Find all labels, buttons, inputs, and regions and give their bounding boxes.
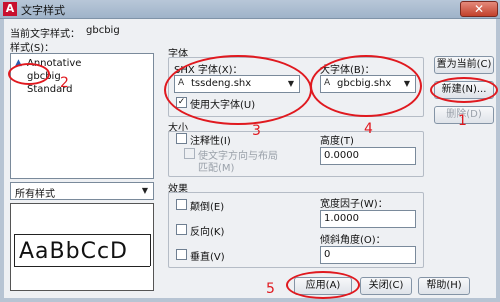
app-icon: A: [3, 2, 17, 16]
close-window-button[interactable]: ✕: [460, 1, 498, 17]
style-item-standard[interactable]: Standard: [15, 84, 135, 97]
height-input[interactable]: 0.0000: [320, 147, 416, 165]
oblique-angle-label: 倾斜角度(O)：: [320, 235, 386, 246]
annotation-number-5: 5: [266, 281, 275, 297]
window-title: 文字样式: [21, 4, 65, 17]
chevron-down-icon: ▼: [141, 186, 149, 195]
set-current-button[interactable]: 置为当前(C): [434, 56, 494, 74]
vertical-checkbox[interactable]: [176, 249, 187, 260]
text-style-dialog: 当前文字样式： gbcbig 样式(S)： ▲ Annotative gbcbi…: [0, 19, 500, 302]
width-factor-input[interactable]: 1.0000: [320, 210, 416, 228]
width-factor-label: 宽度因子(W)：: [320, 199, 388, 210]
vertical-label: 垂直(V): [190, 252, 225, 263]
preview-left-line: [14, 234, 15, 266]
upside-down-checkbox[interactable]: [176, 199, 187, 210]
height-label: 高度(T): [320, 136, 354, 147]
help-button[interactable]: 帮助(H): [418, 277, 470, 295]
annotation-number-3: 3: [252, 123, 261, 139]
preview-bottom-line: [14, 266, 150, 267]
annotative-label: 注释性(I): [190, 136, 231, 147]
oblique-angle-input[interactable]: 0: [320, 246, 416, 264]
close-button[interactable]: 关闭(C): [360, 277, 412, 295]
title-bar: A 文字样式 ✕: [0, 0, 500, 19]
annotative-checkbox[interactable]: [176, 133, 187, 144]
annotation-number-2: 2: [60, 75, 69, 91]
backwards-label: 反向(K): [190, 227, 225, 238]
preview-top-line: [14, 234, 150, 235]
preview-panel: AaBbCcD: [10, 203, 154, 291]
annotation-number-4: 4: [364, 121, 373, 137]
style-filter-select[interactable]: 所有样式 ▼: [10, 182, 154, 200]
styles-label: 样式(S)：: [10, 43, 55, 54]
upside-down-label: 颠倒(E): [190, 202, 225, 213]
preview-text: AaBbCcD: [19, 239, 128, 264]
annotation-ellipse-3: [164, 55, 312, 125]
annotation-ellipse-1: [430, 77, 498, 103]
annotation-number-1: 1: [458, 113, 467, 129]
backwards-checkbox[interactable]: [176, 224, 187, 235]
annotation-ellipse-4: [310, 55, 422, 117]
current-style-label: 当前文字样式：: [10, 29, 80, 40]
style-filter-value: 所有样式: [15, 189, 55, 200]
preview-right-line: [150, 234, 151, 266]
match-orientation-label-2: 匹配(M): [198, 163, 235, 174]
annotation-ellipse-5: [286, 271, 360, 299]
annotation-ellipse-2: [8, 63, 50, 85]
match-orientation-checkbox[interactable]: [184, 148, 195, 159]
current-style-value: gbcbig: [86, 25, 120, 36]
